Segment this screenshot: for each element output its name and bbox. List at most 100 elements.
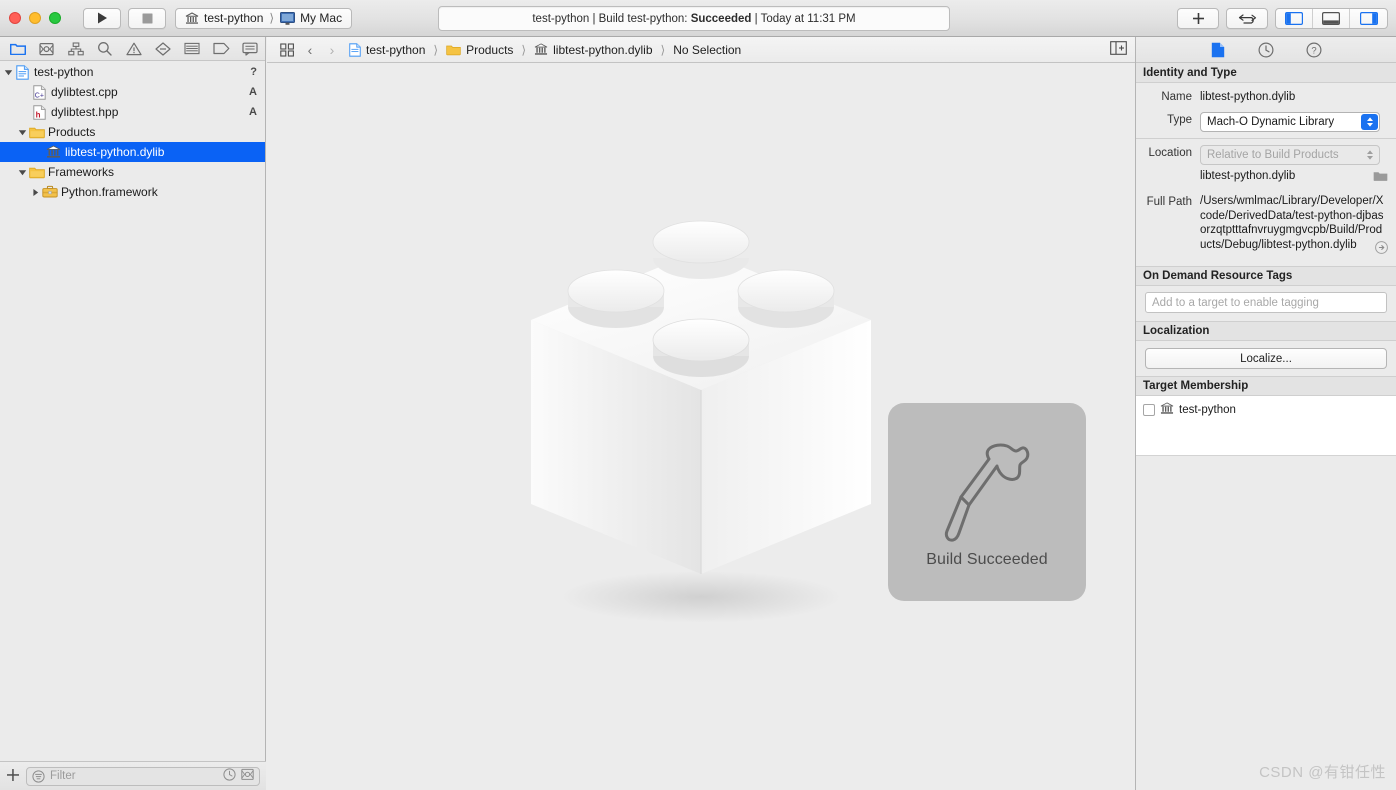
clock-icon bbox=[1258, 41, 1274, 58]
tree-row-badge: A bbox=[249, 86, 257, 98]
location-file-value: libtest-python.dylib bbox=[1200, 170, 1296, 182]
tree-row-frameworks-group[interactable]: Frameworks bbox=[0, 162, 265, 182]
localize-button[interactable]: Localize... bbox=[1145, 348, 1387, 370]
diamond-icon bbox=[155, 41, 171, 56]
breakpoint-navigator-tab[interactable] bbox=[207, 38, 236, 60]
clock-icon bbox=[223, 768, 236, 781]
editor-canvas: Build Succeeded bbox=[267, 64, 1135, 790]
source-control-filter-button[interactable] bbox=[241, 768, 254, 784]
name-field-row: Name libtest-python.dylib bbox=[1136, 83, 1396, 109]
watermark: CSDN @有钳任性 bbox=[1259, 764, 1386, 781]
location-select[interactable]: Relative to Build Products bbox=[1200, 145, 1380, 165]
tree-row-products-group[interactable]: Products bbox=[0, 122, 265, 142]
tree-row-dylib-product[interactable]: libtest-python.dylib bbox=[0, 142, 265, 162]
tree-row-python-framework[interactable]: Python.framework bbox=[0, 182, 265, 202]
hierarchy-icon bbox=[68, 41, 84, 55]
reveal-in-finder-button[interactable] bbox=[1375, 241, 1388, 257]
svg-text:h: h bbox=[36, 110, 41, 119]
go-forward-button[interactable]: › bbox=[323, 42, 341, 58]
navigator-filter-bar: Filter bbox=[0, 761, 266, 790]
run-button[interactable] bbox=[83, 7, 121, 29]
name-value: libtest-python.dylib bbox=[1200, 91, 1296, 103]
source-control-navigator-tab[interactable] bbox=[32, 38, 61, 60]
library-icon bbox=[1160, 402, 1174, 418]
breadcrumb-item-products[interactable]: Products bbox=[446, 43, 513, 57]
test-navigator-tab[interactable] bbox=[149, 38, 178, 60]
location-label: Location bbox=[1148, 147, 1192, 159]
scheme-destination-label: My Mac bbox=[300, 11, 343, 25]
file-inspector-tab[interactable] bbox=[1207, 39, 1229, 61]
go-back-button[interactable]: ‹ bbox=[301, 42, 319, 58]
issue-navigator-tab[interactable] bbox=[119, 38, 148, 60]
stepper-icon[interactable] bbox=[1361, 147, 1378, 163]
debug-navigator-tab[interactable] bbox=[178, 38, 207, 60]
toggle-navigator-button[interactable] bbox=[1276, 9, 1313, 28]
folder-yellow-icon bbox=[28, 166, 45, 179]
target-membership-row[interactable]: test-python bbox=[1136, 401, 1396, 419]
disclosure-triangle-open[interactable] bbox=[17, 128, 28, 137]
tree-row-hpp-file[interactable]: h dylibtest.hpp A bbox=[0, 102, 265, 122]
odr-tags-input[interactable]: Add to a target to enable tagging bbox=[1145, 292, 1387, 314]
symbol-navigator-tab[interactable] bbox=[61, 38, 90, 60]
hide-inspector-toggle[interactable] bbox=[1110, 41, 1127, 58]
close-window-button[interactable] bbox=[9, 12, 21, 24]
add-file-button[interactable] bbox=[6, 768, 20, 785]
related-items-button[interactable] bbox=[277, 42, 297, 57]
dylib-brick-artwork: Build Succeeded bbox=[486, 192, 1086, 662]
toggle-inspector-button[interactable] bbox=[1350, 9, 1387, 28]
target-membership-checkbox[interactable] bbox=[1143, 404, 1155, 417]
tree-row-cpp-file[interactable]: C+ dylibtest.cpp A bbox=[0, 82, 265, 102]
status-prefix: test-python | Build test-python: bbox=[532, 12, 691, 25]
filter-input[interactable]: Filter bbox=[26, 766, 260, 786]
report-navigator-tab[interactable] bbox=[236, 38, 265, 60]
history-inspector-tab[interactable] bbox=[1255, 39, 1277, 61]
project-file-tree[interactable]: test-python ? C+ dylibtest.cpp A h dylib… bbox=[0, 62, 265, 761]
breadcrumb: test-python ⟩ Products ⟩ libtest-python.… bbox=[349, 43, 741, 57]
project-navigator-tab[interactable] bbox=[3, 38, 32, 60]
activity-status-field[interactable]: test-python | Build test-python: Succeed… bbox=[438, 6, 950, 31]
split-editor-icon bbox=[1110, 41, 1127, 55]
minimize-window-button[interactable] bbox=[29, 12, 41, 24]
folder-gray-icon bbox=[1373, 172, 1388, 181]
type-select-value: Mach-O Dynamic Library bbox=[1207, 116, 1335, 128]
full-path-value: /Users/wmlmac/Library/Developer/Xcode/De… bbox=[1200, 195, 1384, 251]
scheme-target-label: test-python bbox=[204, 11, 264, 25]
disclosure-triangle-open[interactable] bbox=[3, 68, 14, 77]
comment-icon bbox=[242, 42, 259, 56]
brick-icon bbox=[531, 220, 871, 623]
breadcrumb-label: Products bbox=[466, 42, 514, 57]
build-status-hud: Build Succeeded bbox=[888, 403, 1086, 601]
recent-files-filter-button[interactable] bbox=[223, 768, 236, 784]
breadcrumb-item-dylib[interactable]: libtest-python.dylib bbox=[534, 42, 653, 57]
tree-row-badge: A bbox=[249, 106, 257, 118]
plus-icon bbox=[1192, 13, 1204, 24]
choose-file-button[interactable] bbox=[1373, 168, 1388, 185]
find-navigator-tab[interactable] bbox=[90, 38, 119, 60]
breadcrumb-item-project[interactable]: test-python bbox=[349, 43, 425, 57]
breadcrumb-item-selection[interactable]: No Selection bbox=[673, 43, 741, 57]
inspector-tab-bar: ? bbox=[1136, 37, 1396, 63]
navigate-history-button[interactable] bbox=[1226, 8, 1268, 29]
svg-text:C+: C+ bbox=[35, 92, 44, 99]
breadcrumb-label: libtest-python.dylib bbox=[553, 42, 653, 57]
inspector-divider bbox=[1136, 138, 1396, 139]
add-editor-button[interactable] bbox=[1177, 8, 1219, 29]
tag-icon bbox=[213, 42, 230, 55]
type-select[interactable]: Mach-O Dynamic Library bbox=[1200, 112, 1380, 132]
hpp-file-icon: h bbox=[31, 104, 48, 120]
question-icon: ? bbox=[1306, 41, 1322, 58]
location-file-row: libtest-python.dylib bbox=[1136, 168, 1396, 188]
status-suffix: | Today at 11:31 PM bbox=[751, 12, 856, 25]
stepper-icon[interactable] bbox=[1361, 114, 1378, 130]
tree-row-project[interactable]: test-python ? bbox=[0, 62, 265, 82]
disclosure-triangle-open[interactable] bbox=[17, 168, 28, 177]
filter-icon bbox=[32, 769, 45, 783]
scheme-selector[interactable]: test-python ⟩ My Mac bbox=[175, 7, 353, 29]
disclosure-triangle-closed[interactable] bbox=[30, 188, 41, 197]
toggle-debug-area-button[interactable] bbox=[1313, 9, 1350, 28]
plus-icon bbox=[7, 768, 19, 781]
hammer-icon bbox=[944, 443, 1030, 542]
stop-button[interactable] bbox=[128, 7, 166, 29]
quick-help-inspector-tab[interactable]: ? bbox=[1303, 39, 1325, 61]
zoom-window-button[interactable] bbox=[49, 12, 61, 24]
